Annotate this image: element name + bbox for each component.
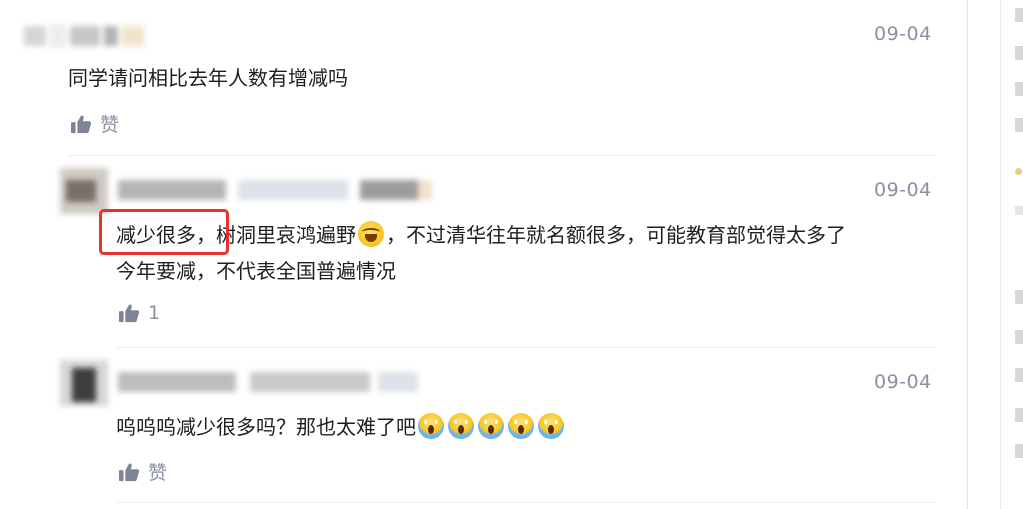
comment-3-text: 呜呜呜减少很多吗？那也太难了吧: [116, 409, 566, 445]
cropped-sidebar-text: [1015, 8, 1023, 22]
thumbs-up-icon: [119, 304, 140, 323]
comment-1-text: 同学请问相比去年人数有增减吗: [68, 66, 348, 90]
comment-2-username-blurred: [118, 178, 438, 202]
divider: [116, 502, 936, 503]
comment-2-text-tail: ，不过清华往年就名额很多，可能教育部觉得太多了: [386, 223, 846, 247]
comment-2-like-count: 1: [148, 302, 161, 324]
comment-1-like-label: 赞: [100, 114, 120, 136]
thumbs-up-icon: [71, 115, 92, 133]
cropped-sidebar-text: [1015, 330, 1023, 344]
cropped-sidebar-text: [1015, 82, 1023, 96]
cropped-sidebar-text: [1015, 46, 1023, 60]
comment-2-date: 09-04: [874, 179, 932, 201]
screaming-face-emoji-icon: [418, 413, 444, 439]
content-border: [967, 0, 968, 509]
comment-1-like-button[interactable]: 赞: [70, 110, 119, 137]
comment-3-like-button[interactable]: 赞: [118, 458, 167, 485]
comment-2-avatar-blurred[interactable]: [60, 168, 108, 214]
comment-3-date: 09-04: [874, 371, 932, 393]
comment-1-username-blurred: [24, 24, 144, 48]
cropped-sidebar-text: [1015, 444, 1023, 458]
comment-3-avatar-blurred[interactable]: [60, 360, 108, 406]
comment-3-like-label: 赞: [148, 462, 168, 484]
comment-3-username-blurred: [118, 370, 438, 394]
screaming-face-emoji-icon: [538, 413, 564, 439]
comment-2-like-button[interactable]: 1: [118, 302, 160, 324]
highlight-annotation-box: [99, 209, 229, 255]
comment-1-date: 09-04: [874, 23, 932, 45]
cropped-sidebar-dot: [1015, 168, 1022, 175]
comment-feed: 09-04 同学请问相比去年人数有增减吗 赞 09-04 减少很多，树洞里哀鸿遍…: [0, 0, 968, 509]
right-sidebar-cropped: [1000, 0, 1023, 509]
cropped-sidebar-text: [1015, 206, 1023, 215]
divider: [116, 347, 936, 348]
comment-2-text-line2: 今年要减，不代表全国普遍情况: [116, 259, 396, 283]
divider: [68, 155, 936, 156]
laughing-tears-emoji-icon: [358, 221, 384, 247]
screaming-face-emoji-icon: [448, 413, 474, 439]
cropped-sidebar-text: [1015, 290, 1023, 304]
cropped-sidebar-text: [1015, 118, 1023, 132]
cropped-sidebar-text: [1015, 368, 1023, 382]
comment-3-text-content: 呜呜呜减少很多吗？那也太难了吧: [116, 415, 416, 439]
screaming-face-emoji-icon: [478, 413, 504, 439]
cropped-sidebar-text: [1015, 408, 1023, 422]
thumbs-up-icon: [119, 463, 140, 481]
screaming-face-emoji-icon: [508, 413, 534, 439]
comment-2-text-part: 树洞里哀鸿遍野: [216, 223, 356, 247]
